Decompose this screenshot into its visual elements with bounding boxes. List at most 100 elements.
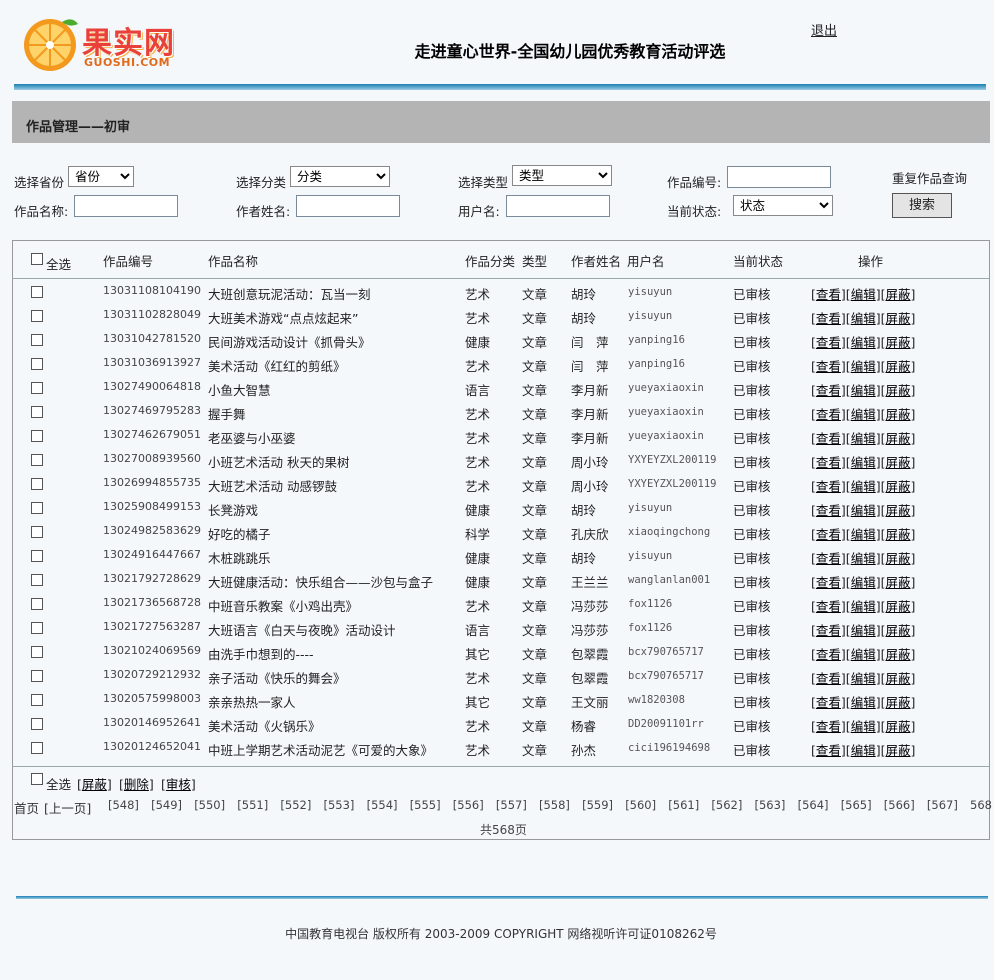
view-link[interactable]: 查看 <box>816 503 841 518</box>
block-link[interactable]: 屏蔽 <box>885 407 910 422</box>
pager-prev[interactable]: [上一页] <box>44 798 91 817</box>
pager-page-link[interactable]: [553] <box>324 798 355 812</box>
pager-page-link[interactable]: [566] <box>884 798 915 812</box>
block-link[interactable]: 屏蔽 <box>885 671 910 686</box>
block-link[interactable]: 屏蔽 <box>885 455 910 470</box>
bulk-approve-link[interactable]: 审核 <box>166 777 191 792</box>
row-checkbox[interactable] <box>31 502 43 514</box>
block-link[interactable]: 屏蔽 <box>885 599 910 614</box>
row-checkbox[interactable] <box>31 670 43 682</box>
edit-link[interactable]: 编辑 <box>851 671 876 686</box>
view-link[interactable]: 查看 <box>816 359 841 374</box>
block-link[interactable]: 屏蔽 <box>885 431 910 446</box>
pager-page-link[interactable]: [558] <box>539 798 570 812</box>
view-link[interactable]: 查看 <box>816 311 841 326</box>
block-link[interactable]: 屏蔽 <box>885 359 910 374</box>
block-link[interactable]: 屏蔽 <box>885 383 910 398</box>
row-checkbox[interactable] <box>31 718 43 730</box>
view-link[interactable]: 查看 <box>816 455 841 470</box>
duplicate-query-link[interactable]: 重复作品查询 <box>892 168 967 187</box>
bulk-block-link[interactable]: 屏蔽 <box>82 777 107 792</box>
view-link[interactable]: 查看 <box>816 743 841 758</box>
pager-page-link[interactable]: [563] <box>755 798 786 812</box>
block-link[interactable]: 屏蔽 <box>885 743 910 758</box>
pager-page-link[interactable]: [550] <box>194 798 225 812</box>
view-link[interactable]: 查看 <box>816 335 841 350</box>
pager-page-link[interactable]: [549] <box>151 798 182 812</box>
row-checkbox[interactable] <box>31 310 43 322</box>
pager-page-link[interactable]: [548] <box>108 798 139 812</box>
work-name-input[interactable] <box>74 195 178 217</box>
pager-first[interactable]: 首页 <box>14 798 39 817</box>
row-checkbox[interactable] <box>31 358 43 370</box>
view-link[interactable]: 查看 <box>816 647 841 662</box>
edit-link[interactable]: 编辑 <box>851 383 876 398</box>
row-checkbox[interactable] <box>31 430 43 442</box>
edit-link[interactable]: 编辑 <box>851 479 876 494</box>
edit-link[interactable]: 编辑 <box>851 743 876 758</box>
edit-link[interactable]: 编辑 <box>851 695 876 710</box>
view-link[interactable]: 查看 <box>816 407 841 422</box>
pager-page-link[interactable]: 568 <box>970 798 992 812</box>
username-input[interactable] <box>506 195 610 217</box>
row-checkbox[interactable] <box>31 454 43 466</box>
row-checkbox[interactable] <box>31 550 43 562</box>
row-checkbox[interactable] <box>31 646 43 658</box>
row-checkbox[interactable] <box>31 622 43 634</box>
block-link[interactable]: 屏蔽 <box>885 335 910 350</box>
pager-page-link[interactable]: [559] <box>582 798 613 812</box>
logout-link[interactable]: 退出 <box>811 20 837 39</box>
row-checkbox[interactable] <box>31 694 43 706</box>
view-link[interactable]: 查看 <box>816 695 841 710</box>
view-link[interactable]: 查看 <box>816 623 841 638</box>
edit-link[interactable]: 编辑 <box>851 647 876 662</box>
row-checkbox[interactable] <box>31 526 43 538</box>
view-link[interactable]: 查看 <box>816 479 841 494</box>
pager-page-link[interactable]: [567] <box>927 798 958 812</box>
view-link[interactable]: 查看 <box>816 383 841 398</box>
pager-page-link[interactable]: [552] <box>280 798 311 812</box>
province-select[interactable]: 省份 <box>68 166 134 187</box>
status-select[interactable]: 状态 <box>733 195 833 216</box>
block-link[interactable]: 屏蔽 <box>885 287 910 302</box>
block-link[interactable]: 屏蔽 <box>885 311 910 326</box>
block-link[interactable]: 屏蔽 <box>885 479 910 494</box>
edit-link[interactable]: 编辑 <box>851 431 876 446</box>
row-checkbox[interactable] <box>31 406 43 418</box>
block-link[interactable]: 屏蔽 <box>885 719 910 734</box>
edit-link[interactable]: 编辑 <box>851 527 876 542</box>
view-link[interactable]: 查看 <box>816 431 841 446</box>
edit-link[interactable]: 编辑 <box>851 503 876 518</box>
edit-link[interactable]: 编辑 <box>851 575 876 590</box>
pager-page-link[interactable]: [555] <box>410 798 441 812</box>
edit-link[interactable]: 编辑 <box>851 455 876 470</box>
pager-page-link[interactable]: [560] <box>625 798 656 812</box>
footer-select-all-checkbox[interactable] <box>31 773 43 785</box>
block-link[interactable]: 屏蔽 <box>885 527 910 542</box>
bulk-delete-link[interactable]: 删除 <box>124 777 149 792</box>
view-link[interactable]: 查看 <box>816 719 841 734</box>
author-input[interactable] <box>296 195 400 217</box>
row-checkbox[interactable] <box>31 286 43 298</box>
edit-link[interactable]: 编辑 <box>851 719 876 734</box>
edit-link[interactable]: 编辑 <box>851 599 876 614</box>
block-link[interactable]: 屏蔽 <box>885 647 910 662</box>
row-checkbox[interactable] <box>31 334 43 346</box>
view-link[interactable]: 查看 <box>816 287 841 302</box>
search-button[interactable]: 搜索 <box>892 193 952 218</box>
row-checkbox[interactable] <box>31 598 43 610</box>
view-link[interactable]: 查看 <box>816 671 841 686</box>
work-no-input[interactable] <box>727 166 831 188</box>
edit-link[interactable]: 编辑 <box>851 335 876 350</box>
view-link[interactable]: 查看 <box>816 527 841 542</box>
block-link[interactable]: 屏蔽 <box>885 503 910 518</box>
row-checkbox[interactable] <box>31 478 43 490</box>
block-link[interactable]: 屏蔽 <box>885 575 910 590</box>
pager-page-link[interactable]: [565] <box>841 798 872 812</box>
view-link[interactable]: 查看 <box>816 575 841 590</box>
row-checkbox[interactable] <box>31 574 43 586</box>
edit-link[interactable]: 编辑 <box>851 551 876 566</box>
block-link[interactable]: 屏蔽 <box>885 551 910 566</box>
edit-link[interactable]: 编辑 <box>851 287 876 302</box>
pager-page-link[interactable]: [554] <box>367 798 398 812</box>
